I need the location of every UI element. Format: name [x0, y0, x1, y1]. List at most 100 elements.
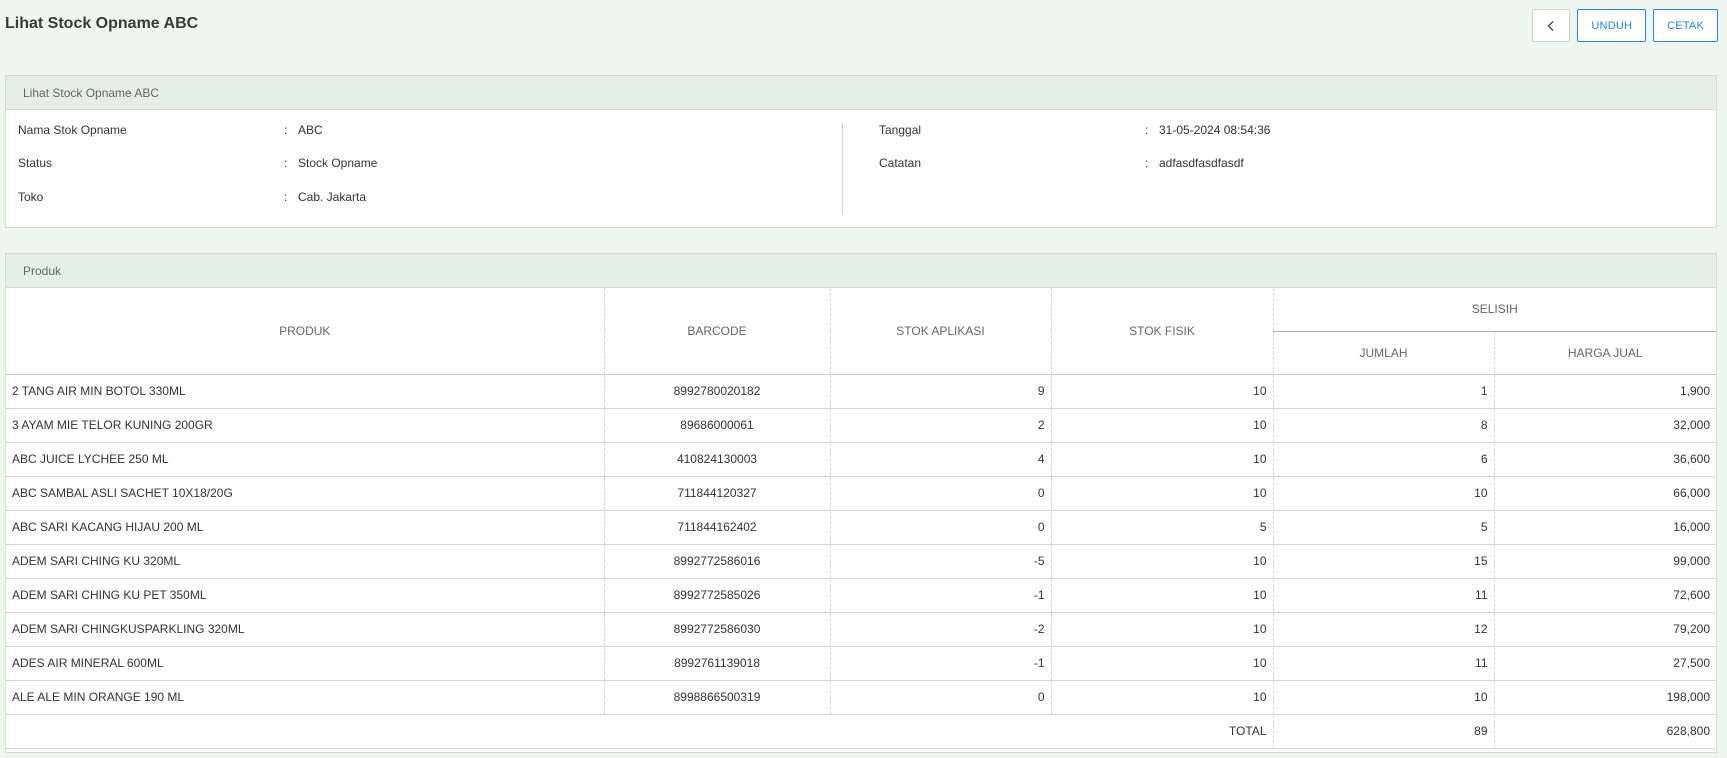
table-row: 2 TANG AIR MIN BOTOL 330ML 8992780020182 9…	[6, 374, 1716, 409]
col-header-selisih: SELISIH	[1273, 288, 1716, 332]
cell-jumlah: 11	[1273, 646, 1495, 681]
table-row: ADEM SARI CHING KU PET 350ML 899277258502…	[6, 578, 1716, 613]
cell-stok-fisik: 10	[1051, 680, 1274, 715]
cell-barcode: 8992780020182	[604, 374, 831, 409]
cell-produk: ABC SAMBAL ASLI SACHET 10X18/20G	[6, 476, 605, 511]
toolbar: UNDUH CETAK	[1532, 9, 1718, 42]
total-jumlah: 89	[1273, 714, 1495, 749]
info-value: ABC	[298, 123, 323, 137]
total-harga-jual: 628,800	[1494, 714, 1716, 749]
cell-stok-aplikasi: -5	[830, 544, 1052, 579]
table-row: ABC SARI KACANG HIJAU 200 ML 711844162402…	[6, 510, 1716, 545]
col-header-harga-jual: HARGA JUAL	[1494, 331, 1716, 375]
cell-produk: ALE ALE MIN ORANGE 190 ML	[6, 680, 605, 715]
cell-stok-fisik: 5	[1051, 510, 1274, 545]
cell-produk: 3 AYAM MIE TELOR KUNING 200GR	[6, 408, 605, 443]
cell-harga-jual: 32,000	[1494, 408, 1716, 443]
cell-jumlah: 1	[1273, 374, 1495, 409]
cell-jumlah: 8	[1273, 408, 1495, 443]
total-label: TOTAL	[1051, 714, 1274, 749]
page-title: Lihat Stock Opname ABC	[5, 15, 199, 32]
cell-produk: ADEM SARI CHINGKUSPARKLING 320ML	[6, 612, 605, 647]
cell-produk: ABC JUICE LYCHEE 250 ML	[6, 442, 605, 477]
cell-jumlah: 10	[1273, 476, 1495, 511]
download-button[interactable]: UNDUH	[1577, 9, 1647, 42]
cell-barcode: 711844120327	[604, 476, 831, 511]
info-separator: :	[284, 190, 288, 204]
cell-jumlah: 11	[1273, 578, 1495, 613]
col-header-stok-aplikasi: STOK APLIKASI	[830, 288, 1052, 375]
cell-stok-fisik: 10	[1051, 442, 1274, 477]
col-header-produk: PRODUK	[6, 288, 605, 375]
cell-harga-jual: 36,600	[1494, 442, 1716, 477]
table-row: ADEM SARI CHING KU 320ML 8992772586016 -5 1…	[6, 544, 1716, 579]
cell-stok-fisik: 10	[1051, 578, 1274, 613]
cell-jumlah: 15	[1273, 544, 1495, 579]
info-value: Stock Opname	[298, 156, 378, 170]
cell-barcode: 711844162402	[604, 510, 831, 545]
total-row: TOTAL 89 628,800	[6, 714, 1716, 749]
cell-jumlah: 5	[1273, 510, 1495, 545]
cell-produk: ADEM SARI CHING KU 320ML	[6, 544, 605, 579]
info-separator: :	[284, 123, 288, 137]
products-panel: Produk PRODUK BARCODE STOK APLIKASI STOK…	[5, 253, 1717, 753]
cell-stok-fisik: 10	[1051, 476, 1274, 511]
cell-barcode: 89686000061	[604, 408, 831, 443]
cell-harga-jual: 27,500	[1494, 646, 1716, 681]
cell-harga-jual: 16,000	[1494, 510, 1716, 545]
cell-barcode: 410824130003	[604, 442, 831, 477]
cell-jumlah: 10	[1273, 680, 1495, 715]
col-header-barcode: BARCODE	[604, 288, 831, 375]
info-divider	[842, 123, 843, 215]
cell-barcode: 8998866500319	[604, 680, 831, 715]
cell-produk: ADEM SARI CHING KU PET 350ML	[6, 578, 605, 613]
info-body: Nama Stok Opname : ABC Status : Stock Op…	[6, 110, 1716, 227]
print-button[interactable]: CETAK	[1653, 9, 1718, 42]
cell-harga-jual: 99,000	[1494, 544, 1716, 579]
info-separator: :	[1145, 123, 1149, 137]
info-label: Status	[18, 156, 53, 170]
info-value: 31-05-2024 08:54:36	[1159, 123, 1271, 137]
cell-jumlah: 6	[1273, 442, 1495, 477]
cell-stok-aplikasi: 4	[830, 442, 1052, 477]
products-table-body: 2 TANG AIR MIN BOTOL 330ML 8992780020182 9…	[6, 374, 1716, 749]
total-spacer	[6, 714, 1051, 749]
cell-harga-jual: 66,000	[1494, 476, 1716, 511]
col-header-stok-fisik: STOK FISIK	[1051, 288, 1274, 375]
cell-harga-jual: 79,200	[1494, 612, 1716, 647]
cell-produk: 2 TANG AIR MIN BOTOL 330ML	[6, 374, 605, 409]
products-panel-header: Produk	[6, 254, 1716, 288]
cell-stok-aplikasi: 0	[830, 476, 1052, 511]
col-header-jumlah: JUMLAH	[1273, 331, 1495, 375]
info-panel: Lihat Stock Opname ABC Nama Stok Opname …	[5, 75, 1717, 228]
cell-stok-aplikasi: -1	[830, 646, 1052, 681]
info-label: Catatan	[879, 156, 922, 170]
cell-barcode: 8992772586030	[604, 612, 831, 647]
cell-stok-fisik: 10	[1051, 646, 1274, 681]
cell-barcode: 8992772585026	[604, 578, 831, 613]
cell-produk: ABC SARI KACANG HIJAU 200 ML	[6, 510, 605, 545]
back-button[interactable]	[1532, 9, 1571, 42]
cell-harga-jual: 198,000	[1494, 680, 1716, 715]
info-label: Toko	[18, 190, 44, 204]
cell-produk: ADES AIR MINERAL 600ML	[6, 646, 605, 681]
cell-stok-aplikasi: 2	[830, 408, 1052, 443]
cell-stok-aplikasi: -1	[830, 578, 1052, 613]
cell-stok-fisik: 10	[1051, 544, 1274, 579]
info-value: Cab. Jakarta	[298, 190, 367, 204]
info-separator: :	[284, 156, 288, 170]
cell-jumlah: 12	[1273, 612, 1495, 647]
cell-stok-fisik: 10	[1051, 374, 1274, 409]
table-row: ADES AIR MINERAL 600ML 8992761139018 -1 10 1…	[6, 646, 1716, 681]
table-row: ABC SAMBAL ASLI SACHET 10X18/20G 71184412…	[6, 476, 1716, 511]
cell-harga-jual: 72,600	[1494, 578, 1716, 613]
cell-stok-aplikasi: 9	[830, 374, 1052, 409]
chevron-left-icon	[1547, 20, 1554, 31]
info-label: Tanggal	[879, 123, 922, 137]
cell-harga-jual: 1,900	[1494, 374, 1716, 409]
cell-barcode: 8992761139018	[604, 646, 831, 681]
table-row: 3 AYAM MIE TELOR KUNING 200GR 89686000061…	[6, 408, 1716, 443]
table-row: ALE ALE MIN ORANGE 190 ML 8998866500319 0 1…	[6, 680, 1716, 715]
cell-barcode: 8992772586016	[604, 544, 831, 579]
info-panel-header: Lihat Stock Opname ABC	[6, 76, 1716, 110]
